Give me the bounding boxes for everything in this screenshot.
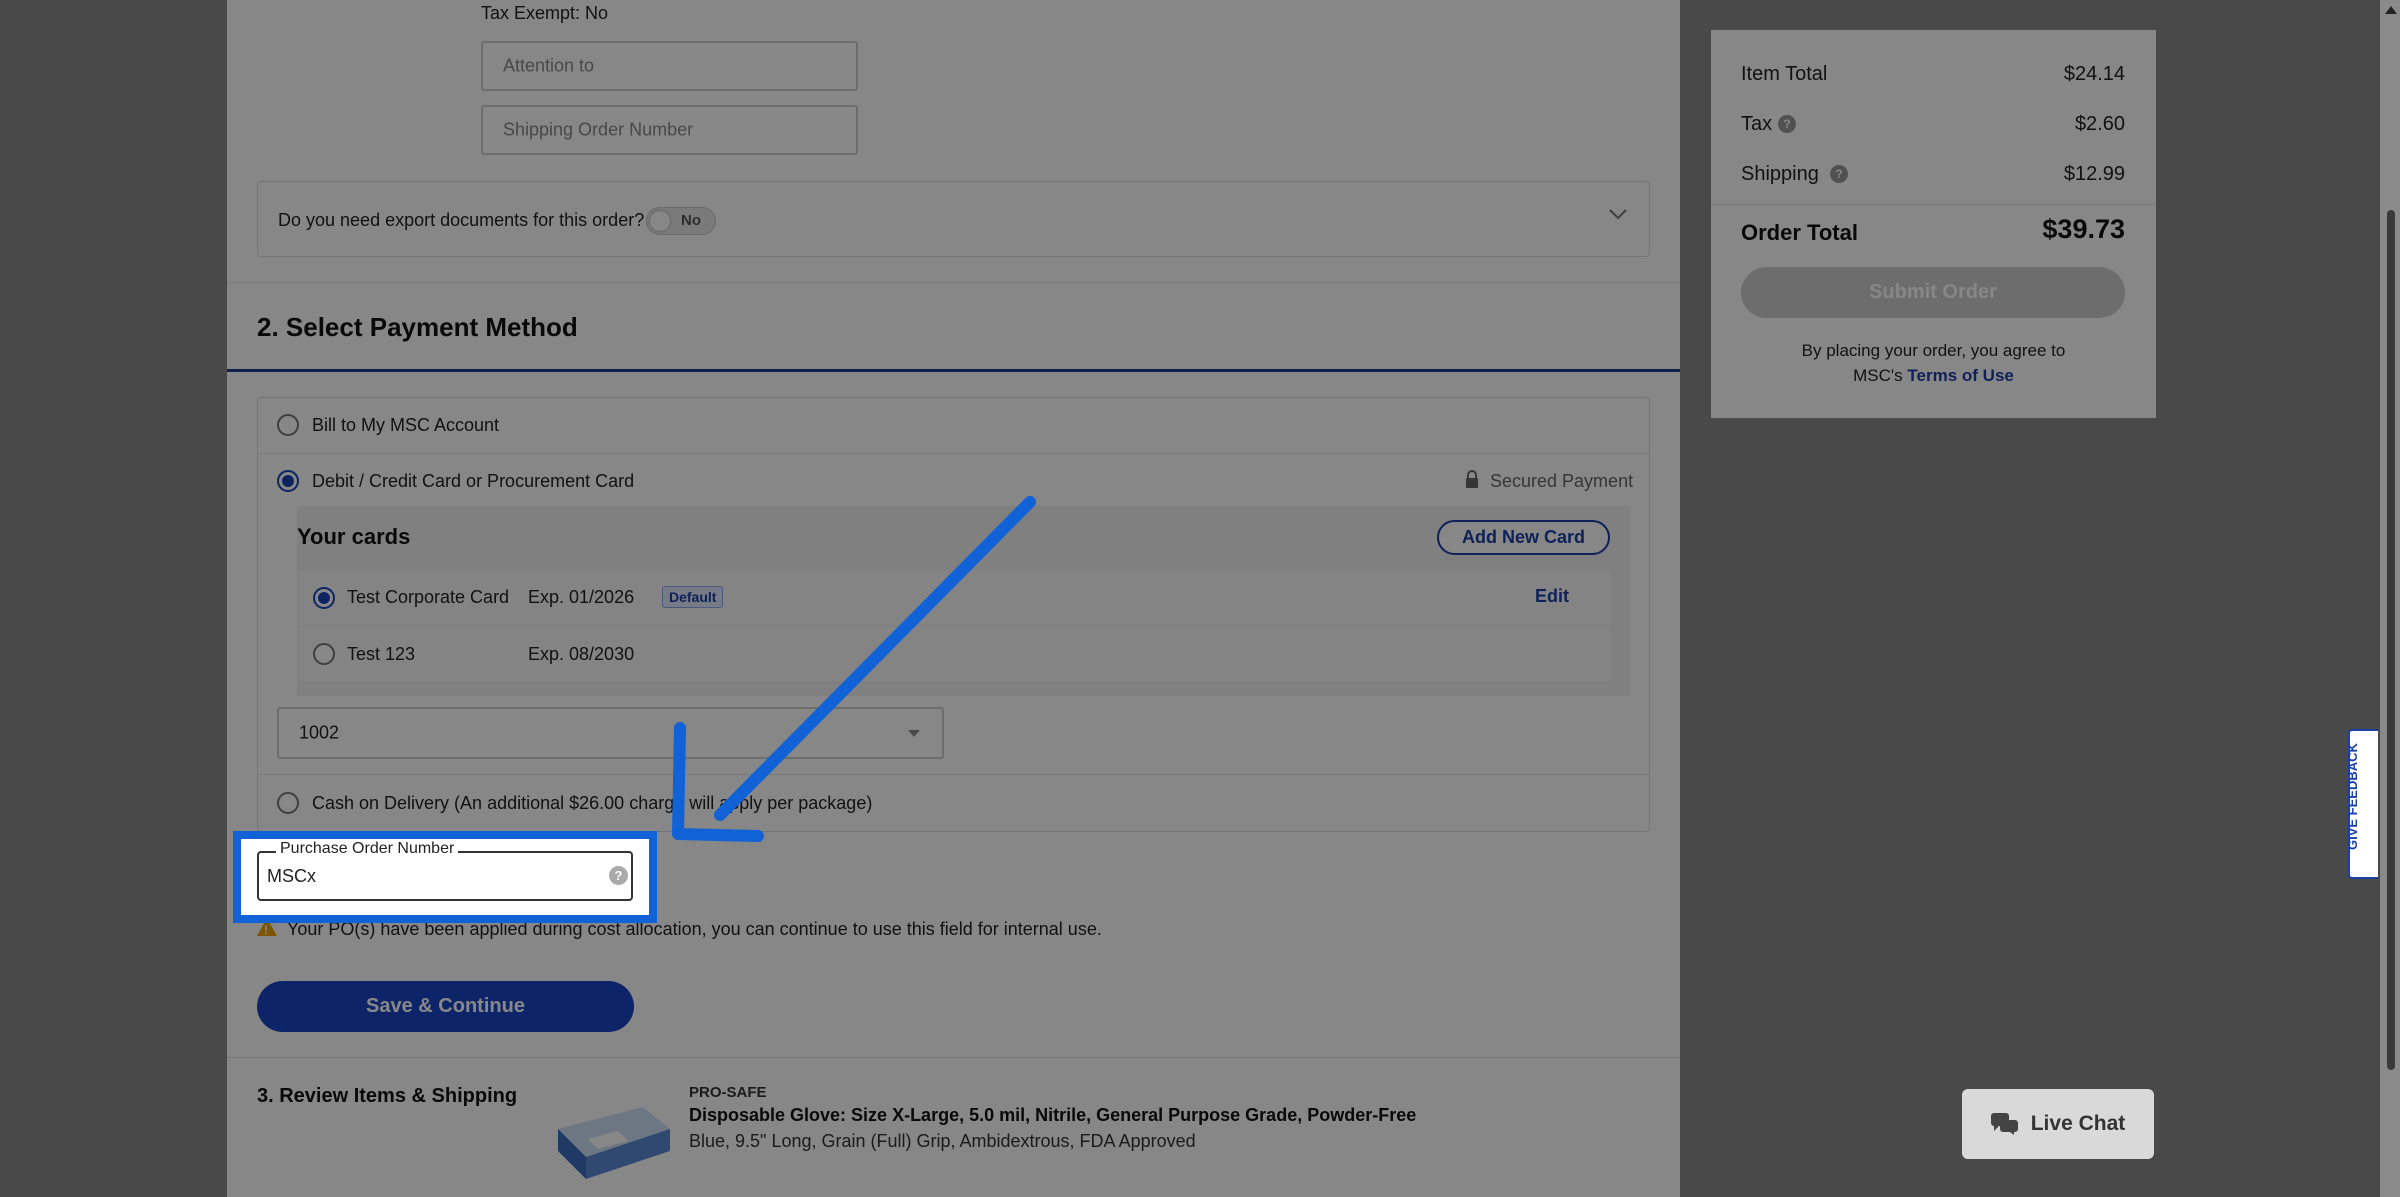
review-section-title: 3. Review Items & Shipping — [257, 1085, 518, 1107]
add-new-card-button[interactable]: Add New Card — [1437, 520, 1610, 555]
chat-bubbles-icon — [1990, 1113, 2018, 1135]
summary-divider — [1711, 204, 2156, 205]
bill-account-label[interactable]: Bill to My MSC Account — [312, 415, 499, 436]
row-divider — [258, 453, 1649, 454]
shipping-order-number-placeholder: Shipping Order Number — [503, 119, 694, 140]
help-icon[interactable]: ? — [609, 866, 628, 885]
card-name: Test 123 — [347, 644, 416, 664]
edit-card-link[interactable]: Edit — [1535, 586, 1569, 607]
export-documents-toggle[interactable]: No — [646, 207, 716, 235]
scroll-up-arrow-icon[interactable] — [2385, 6, 2397, 14]
attention-to-input[interactable]: Attention to — [481, 41, 858, 91]
product-brand: PRO-SAFE — [689, 1084, 767, 1101]
toggle-knob — [650, 211, 670, 231]
section-active-rule — [227, 369, 1680, 372]
tax-help-icon[interactable]: ? — [1778, 115, 1796, 133]
bill-account-radio[interactable] — [277, 414, 299, 436]
purchase-order-number-value[interactable]: MSCx — [267, 866, 316, 887]
shipping-help-icon[interactable]: ? — [1830, 165, 1848, 183]
annotation-arrow-icon — [672, 496, 1036, 842]
export-documents-question: Do you need export documents for this or… — [278, 210, 645, 230]
tax-exempt-text: Tax Exempt: No — [481, 3, 609, 23]
terms-of-use-link[interactable]: Terms of Use — [1907, 366, 2013, 385]
secured-payment-text: Secured Payment — [1490, 471, 1634, 491]
terms-agreement-line2: MSC's Terms of Use — [1711, 363, 2156, 388]
item-total-value: $24.14 — [2063, 63, 2125, 85]
shipping-order-number-input[interactable]: Shipping Order Number — [481, 105, 858, 155]
product-title[interactable]: Disposable Glove: Size X-Large, 5.0 mil,… — [689, 1105, 1416, 1126]
lock-icon — [1466, 470, 1478, 488]
shipping-value: $12.99 — [2063, 163, 2125, 185]
dropdown-selected-value: 1002 — [299, 722, 340, 743]
save-continue-button[interactable]: Save & Continue — [257, 981, 634, 1032]
product-description: Blue, 9.5" Long, Grain (Full) Grip, Ambi… — [689, 1131, 1196, 1151]
your-cards-title: Your cards — [297, 524, 411, 549]
section-divider — [227, 282, 1680, 283]
warning-icon-mark: ! — [264, 923, 268, 937]
give-feedback-label: GIVE FEEDBACK — [2345, 743, 2360, 850]
purchase-order-number-label: Purchase Order Number — [276, 840, 459, 858]
live-chat-label: Live Chat — [2030, 1112, 2126, 1135]
terms-prefix: MSC's — [1853, 366, 1903, 385]
card-radio-1[interactable] — [313, 587, 335, 609]
order-total-value: $39.73 — [2042, 214, 2125, 244]
scrollbar-thumb[interactable] — [2387, 210, 2395, 1070]
card-payment-label[interactable]: Debit / Credit Card or Procurement Card — [312, 471, 634, 492]
tax-value: $2.60 — [2074, 113, 2125, 135]
toggle-label: No — [681, 212, 701, 229]
order-total-label: Order Total — [1741, 220, 1858, 245]
cod-radio[interactable] — [277, 792, 299, 814]
card-radio-2[interactable] — [313, 643, 335, 665]
card-payment-radio[interactable] — [277, 470, 299, 492]
card-expiry: Exp. 01/2026 — [528, 587, 635, 607]
terms-agreement: By placing your order, you agree to MSC'… — [1711, 338, 2156, 388]
section-divider — [227, 1057, 1680, 1058]
chevron-down-icon[interactable] — [1608, 207, 1628, 221]
card-expiry: Exp. 08/2030 — [528, 644, 635, 664]
card-name: Test Corporate Card — [347, 587, 510, 607]
payment-section-title: 2. Select Payment Method — [257, 312, 578, 342]
submit-order-button[interactable]: Submit Order — [1741, 267, 2125, 318]
glove-box-product-image[interactable] — [548, 1099, 674, 1183]
live-chat-button[interactable]: Live Chat — [1962, 1089, 2154, 1159]
terms-agreement-line1: By placing your order, you agree to — [1801, 341, 2066, 360]
shipping-label: Shipping — [1741, 163, 1819, 185]
item-total-label: Item Total — [1741, 63, 1828, 85]
attention-to-placeholder: Attention to — [503, 55, 595, 76]
tax-label: Tax — [1741, 113, 1773, 135]
